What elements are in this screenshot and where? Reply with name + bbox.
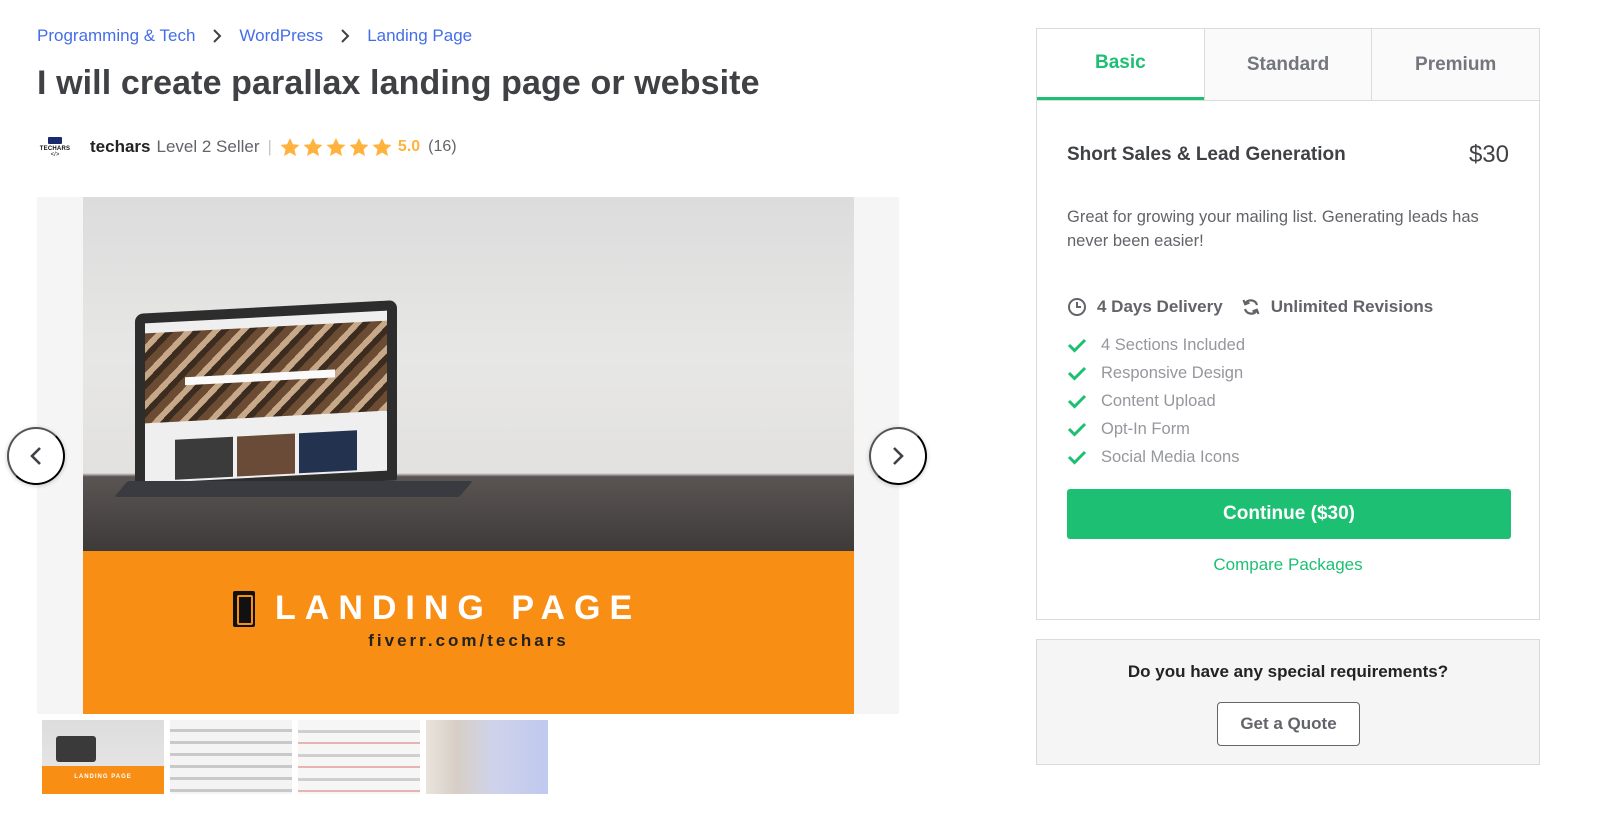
delivery-time: 4 Days Delivery bbox=[1067, 297, 1223, 317]
list-item: 4 Sections Included bbox=[1067, 331, 1509, 359]
star-icon bbox=[326, 137, 346, 156]
breadcrumb: Programming & Tech WordPress Landing Pag… bbox=[37, 26, 472, 46]
breadcrumb-link-wordpress[interactable]: WordPress bbox=[239, 26, 323, 46]
check-icon bbox=[1067, 338, 1087, 353]
revisions-label: Unlimited Revisions bbox=[1270, 297, 1434, 316]
feature-label: 4 Sections Included bbox=[1101, 335, 1246, 354]
delivery-label: 4 Days Delivery bbox=[1097, 297, 1223, 316]
seller-level: Level 2 Seller bbox=[156, 137, 260, 156]
breadcrumb-link-landing-page[interactable]: Landing Page bbox=[367, 26, 472, 46]
tab-standard[interactable]: Standard bbox=[1203, 29, 1372, 100]
gallery-thumbnail[interactable]: LANDING PAGE bbox=[42, 720, 164, 794]
package-card: Basic Standard Premium Short Sales & Lea… bbox=[1036, 28, 1540, 620]
refresh-icon bbox=[1242, 299, 1260, 315]
continue-button[interactable]: Continue ($30) bbox=[1067, 489, 1511, 539]
list-item: Social Media Icons bbox=[1067, 443, 1509, 471]
check-icon bbox=[1067, 450, 1087, 465]
laptop-photo bbox=[83, 197, 854, 551]
banner-url: fiverr.com/techars bbox=[368, 631, 569, 650]
check-icon bbox=[1067, 394, 1087, 409]
gallery-main-image[interactable]: LANDING PAGE fiverr.com/techars bbox=[83, 197, 854, 714]
list-item: Opt-In Form bbox=[1067, 415, 1509, 443]
seller-name-link[interactable]: techars bbox=[90, 137, 150, 157]
seller-avatar[interactable]: TECHARS </> bbox=[37, 132, 73, 162]
tab-premium[interactable]: Premium bbox=[1371, 29, 1540, 100]
get-quote-button[interactable]: Get a Quote bbox=[1217, 702, 1360, 746]
check-icon bbox=[1067, 366, 1087, 381]
banner-title: LANDING PAGE bbox=[275, 589, 642, 627]
review-count-link[interactable]: (16) bbox=[428, 138, 456, 156]
tab-basic[interactable]: Basic bbox=[1037, 29, 1204, 100]
feature-list: 4 Sections Included Responsive Design Co… bbox=[1067, 331, 1509, 471]
compare-packages-link[interactable]: Compare Packages bbox=[1067, 555, 1509, 575]
package-price: $30 bbox=[1468, 141, 1509, 168]
chevron-right-icon bbox=[323, 29, 367, 43]
star-rating bbox=[280, 137, 392, 157]
revisions: Unlimited Revisions bbox=[1241, 297, 1433, 317]
thumbnail-caption: LANDING PAGE bbox=[74, 774, 132, 780]
gallery-next-button[interactable] bbox=[869, 427, 927, 485]
requirements-question: Do you have any special requirements? bbox=[1127, 662, 1449, 681]
list-item: Responsive Design bbox=[1067, 359, 1509, 387]
laptop-icon bbox=[48, 136, 62, 144]
star-icon bbox=[349, 137, 369, 156]
list-item: Content Upload bbox=[1067, 387, 1509, 415]
gallery-prev-button[interactable] bbox=[7, 427, 65, 485]
star-icon bbox=[372, 137, 392, 156]
avatar-code-text: </> bbox=[50, 151, 60, 158]
laptop-screen bbox=[135, 300, 397, 494]
gallery-thumbnails: LANDING PAGE bbox=[42, 720, 548, 794]
gallery-thumbnail[interactable] bbox=[170, 720, 292, 794]
chevron-right-icon bbox=[195, 29, 239, 43]
feature-label: Opt-In Form bbox=[1101, 419, 1190, 438]
gig-title: I will create parallax landing page or w… bbox=[37, 64, 760, 102]
package-tabs: Basic Standard Premium bbox=[1037, 29, 1540, 101]
check-icon bbox=[1067, 422, 1087, 437]
gallery-thumbnail[interactable] bbox=[298, 720, 420, 794]
landing-page-banner: LANDING PAGE fiverr.com/techars bbox=[83, 551, 854, 714]
divider: | bbox=[267, 137, 272, 156]
feature-label: Social Media Icons bbox=[1101, 447, 1240, 466]
rating-score: 5.0 bbox=[397, 138, 421, 155]
breadcrumb-link-programming-tech[interactable]: Programming & Tech bbox=[37, 26, 195, 46]
laptop-base bbox=[114, 481, 473, 497]
feature-label: Content Upload bbox=[1101, 391, 1216, 410]
star-icon bbox=[280, 137, 300, 156]
package-name: Short Sales & Lead Generation bbox=[1067, 144, 1346, 165]
special-requirements-box: Do you have any special requirements? Ge… bbox=[1036, 639, 1540, 765]
gallery-thumbnail[interactable] bbox=[426, 720, 548, 794]
package-description: Great for growing your mailing list. Gen… bbox=[1067, 208, 1479, 250]
chevron-right-icon bbox=[893, 447, 904, 465]
seller-overview: TECHARS </> techars Level 2 Seller | 5.0… bbox=[37, 132, 457, 162]
chevron-left-icon bbox=[30, 447, 41, 465]
book-icon bbox=[233, 590, 255, 627]
clock-icon bbox=[1068, 298, 1086, 316]
gig-gallery: LANDING PAGE fiverr.com/techars bbox=[37, 197, 899, 714]
feature-label: Responsive Design bbox=[1101, 363, 1244, 382]
star-icon bbox=[303, 137, 323, 156]
